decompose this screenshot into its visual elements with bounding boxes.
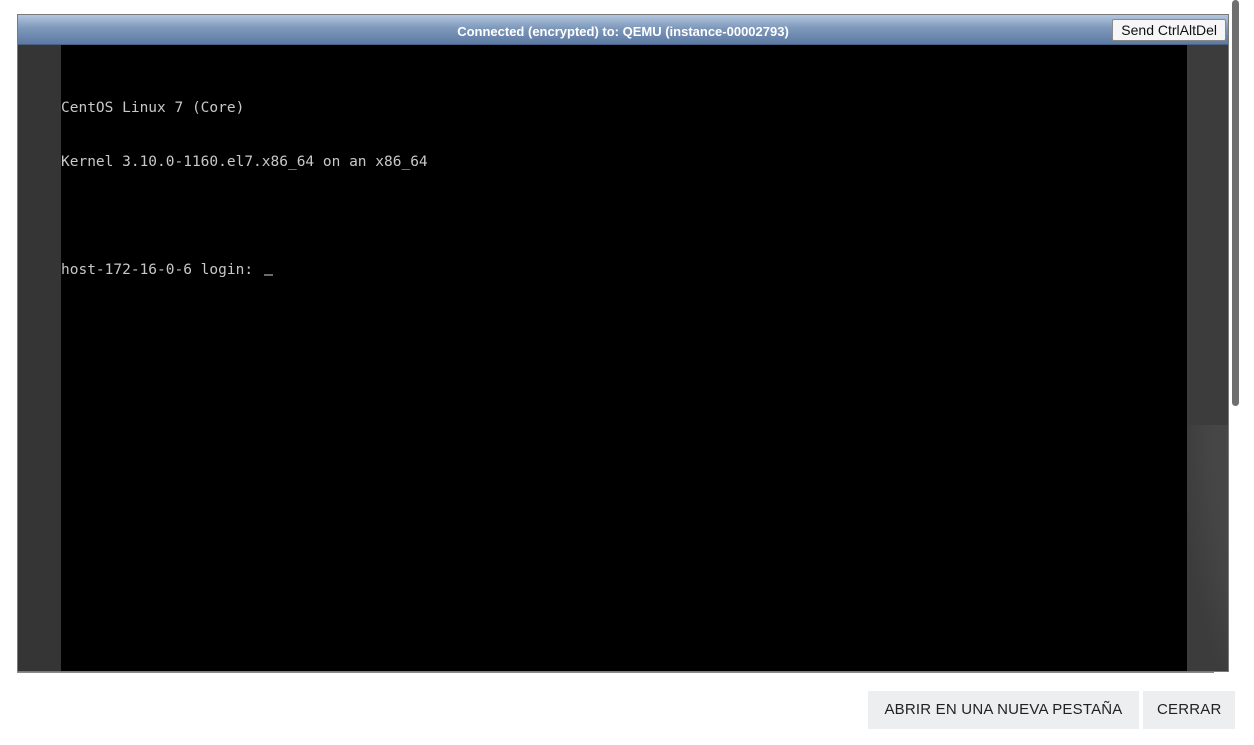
connection-status-text: Connected (encrypted) to: QEMU (instance… [457, 24, 789, 39]
frame-bottom-border [17, 672, 1214, 673]
vnc-status-bar: Connected (encrypted) to: QEMU (instance… [18, 15, 1228, 45]
terminal-line: Kernel 3.10.0-1160.el7.x86_64 on an x86_… [61, 154, 428, 170]
canvas-corner-shade [1187, 425, 1228, 671]
terminal-line: CentOS Linux 7 (Core) [61, 100, 245, 116]
console-modal: Connected (encrypted) to: QEMU (instance… [0, 0, 1254, 745]
open-new-tab-button[interactable]: ABRIR EN UNA NUEVA PESTAÑA [868, 691, 1139, 729]
terminal-output: CentOS Linux 7 (Core) Kernel 3.10.0-1160… [61, 63, 428, 315]
send-ctrlaltdel-button[interactable]: Send CtrlAltDel [1112, 19, 1226, 41]
page-scrollbar[interactable] [1231, 0, 1240, 408]
login-prompt: host-172-16-0-6 login: [61, 262, 262, 278]
vnc-canvas-area[interactable]: CentOS Linux 7 (Core) Kernel 3.10.0-1160… [18, 45, 1228, 671]
text-cursor [263, 274, 273, 276]
close-button[interactable]: CERRAR [1143, 691, 1235, 729]
page-scrollbar-thumb[interactable] [1232, 0, 1239, 406]
login-prompt-line[interactable]: host-172-16-0-6 login: [61, 261, 428, 279]
vnc-console-frame: Connected (encrypted) to: QEMU (instance… [17, 14, 1229, 672]
